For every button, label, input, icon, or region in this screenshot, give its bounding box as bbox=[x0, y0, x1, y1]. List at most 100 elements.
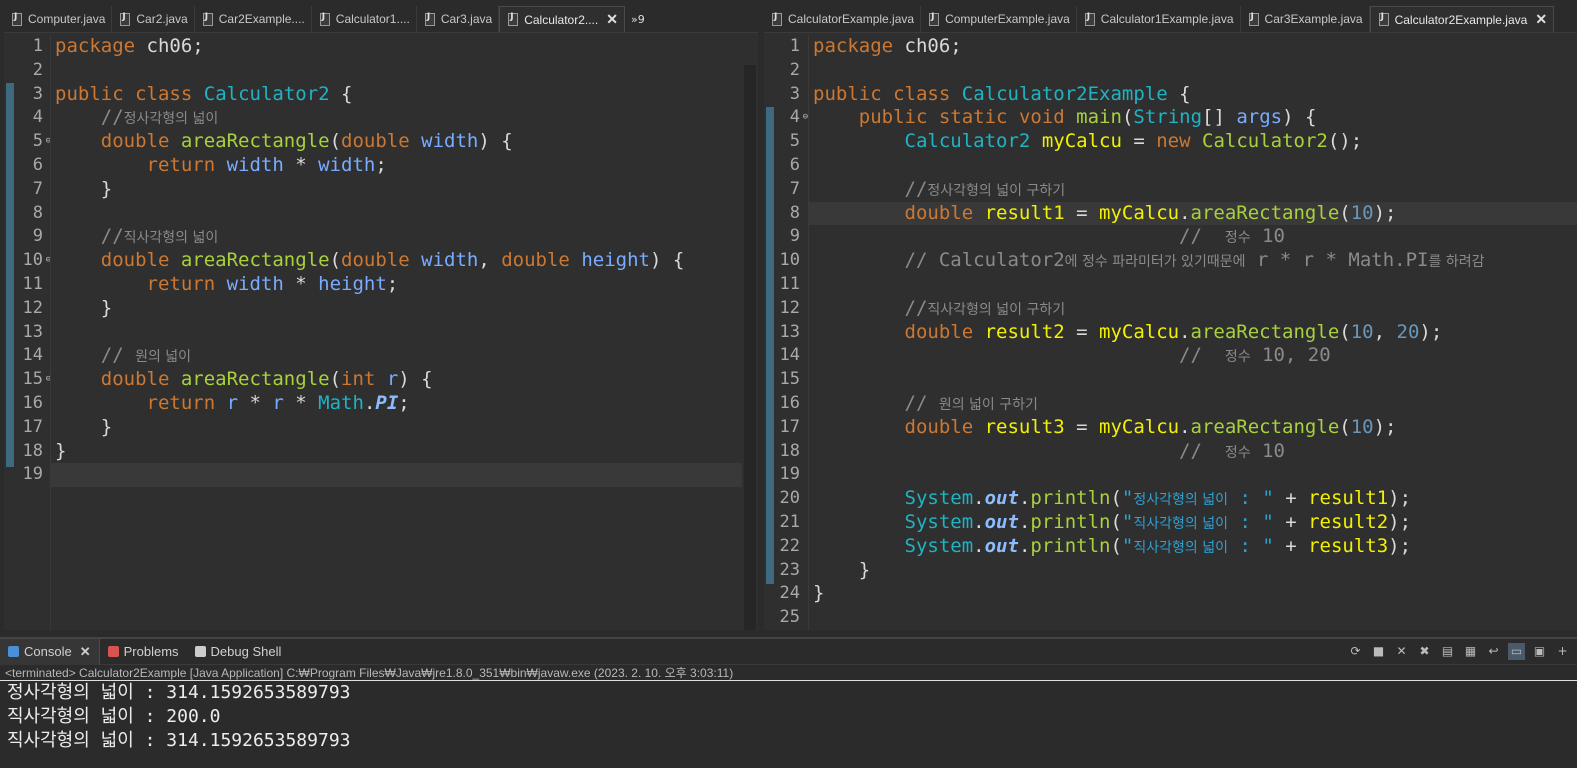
code-line[interactable] bbox=[51, 59, 742, 83]
console-tab-console[interactable]: Console ✕ bbox=[0, 638, 100, 665]
code-token: : " bbox=[1228, 510, 1274, 533]
line-number-text: 5 bbox=[789, 131, 800, 152]
code-line[interactable]: // 원의 넓이 bbox=[51, 344, 742, 368]
code-line[interactable]: return r * r * Math.PI; bbox=[51, 392, 742, 416]
code-token: { bbox=[1167, 82, 1191, 105]
code-token: 10 bbox=[1350, 320, 1374, 343]
line-number-text: 24 bbox=[779, 583, 800, 604]
code-line[interactable]: // Calculator2에 정수 파라미터가 있기때문에 r * r * M… bbox=[809, 249, 1577, 273]
close-icon[interactable]: ✕ bbox=[606, 11, 618, 28]
editor-tab[interactable]: CalculatorExample.java bbox=[764, 6, 922, 32]
editor-tab[interactable]: Car3.java bbox=[417, 6, 500, 32]
code-line[interactable]: //직사각형의 넓이 bbox=[51, 225, 742, 249]
line-number: 10 bbox=[770, 249, 800, 273]
left-code-lines[interactable]: package ch06; public class Calculator2 { … bbox=[51, 35, 742, 488]
java-file-icon bbox=[772, 12, 782, 26]
remove-icon[interactable]: ✕ bbox=[1393, 643, 1410, 660]
code-line[interactable]: public class Calculator2Example { bbox=[809, 83, 1577, 107]
code-token: [] bbox=[1202, 106, 1237, 129]
code-line[interactable]: double areaRectangle(int r) { bbox=[51, 368, 742, 392]
scroll-lock-icon[interactable]: ▦ bbox=[1462, 643, 1479, 660]
editor-tab[interactable]: Calculator1.... bbox=[312, 6, 417, 32]
code-line[interactable]: return width * width; bbox=[51, 154, 742, 178]
code-line[interactable] bbox=[809, 606, 1577, 630]
left-code-area[interactable]: 1 2 3 4 5 ⊖ 6 7 8 9 10 ⊖ 11 12 13 14 15 ⊖ 16 17 18 19 package… bbox=[4, 35, 758, 630]
word-wrap-icon[interactable]: ↩ bbox=[1485, 643, 1502, 660]
code-line[interactable]: } bbox=[809, 559, 1577, 583]
code-line[interactable] bbox=[809, 154, 1577, 178]
code-line[interactable] bbox=[51, 321, 742, 345]
problems-icon bbox=[107, 646, 119, 657]
code-line[interactable]: // 정수 10, 20 bbox=[809, 344, 1577, 368]
code-line[interactable]: // 정수 10 bbox=[809, 225, 1577, 249]
code-line[interactable]: double areaRectangle(double width, doubl… bbox=[51, 249, 742, 273]
code-line[interactable] bbox=[51, 463, 742, 488]
code-token: width bbox=[318, 153, 376, 176]
code-line[interactable]: // 정수 10 bbox=[809, 440, 1577, 464]
close-icon[interactable]: ✕ bbox=[1535, 11, 1547, 28]
code-line[interactable] bbox=[51, 202, 742, 226]
code-line[interactable]: public static void main(String[] args) { bbox=[809, 106, 1577, 130]
code-line[interactable]: //정사각형의 넓이 bbox=[51, 106, 742, 130]
new-console-icon[interactable]: + bbox=[1554, 643, 1571, 660]
code-line[interactable] bbox=[809, 463, 1577, 487]
code-line[interactable]: } bbox=[51, 440, 742, 464]
editor-tab[interactable]: Car2Example.... bbox=[195, 6, 312, 32]
show-on-stderr-icon[interactable]: ▣ bbox=[1531, 643, 1548, 660]
editor-tab-label: Calculator1Example.java bbox=[1100, 12, 1234, 26]
code-line[interactable]: double areaRectangle(double width) { bbox=[51, 130, 742, 154]
code-line[interactable]: Calculator2 myCalcu = new Calculator2(); bbox=[809, 130, 1577, 154]
code-line[interactable]: } bbox=[51, 416, 742, 440]
code-line[interactable] bbox=[809, 273, 1577, 297]
code-line[interactable]: System.out.println("직사각형의 넓이 : " + resul… bbox=[809, 535, 1577, 559]
code-line[interactable]: double result3 = myCalcu.areaRectangle(1… bbox=[809, 416, 1577, 440]
line-number: 21 bbox=[770, 511, 800, 535]
line-number: 14 bbox=[13, 344, 43, 368]
code-token: // bbox=[904, 177, 928, 200]
overflow-tabs-button[interactable]: »9 bbox=[625, 6, 651, 32]
line-number-text: 11 bbox=[779, 273, 800, 294]
editor-tab[interactable]: Computer.java bbox=[4, 6, 113, 32]
code-line[interactable]: double result2 = myCalcu.areaRectangle(1… bbox=[809, 321, 1577, 345]
code-token: ; bbox=[398, 391, 410, 414]
code-line[interactable]: return width * height; bbox=[51, 273, 742, 297]
right-code-lines[interactable]: package ch06; public class Calculator2Exa… bbox=[809, 35, 1577, 630]
console-icon bbox=[8, 646, 19, 657]
code-line[interactable]: System.out.println("직사각형의 넓이 : " + resul… bbox=[809, 511, 1577, 535]
code-line[interactable]: System.out.println("정사각형의 넓이 : " + resul… bbox=[809, 487, 1577, 511]
editor-tab[interactable]: Car3Example.java bbox=[1241, 6, 1370, 32]
editor-tab-label: Calculator1.... bbox=[335, 12, 410, 26]
editor-tab[interactable]: Calculator2.... ✕ bbox=[499, 6, 625, 32]
clear-console-icon[interactable]: ▤ bbox=[1439, 643, 1456, 660]
code-line[interactable]: } bbox=[809, 582, 1577, 606]
line-number: 19 bbox=[13, 463, 43, 487]
code-line[interactable]: //정사각형의 넓이 구하기 bbox=[809, 178, 1577, 202]
code-token: ( bbox=[1121, 106, 1134, 129]
sync-icon[interactable]: ⟳ bbox=[1347, 643, 1364, 660]
close-icon[interactable]: ✕ bbox=[80, 644, 91, 660]
code-line[interactable]: package ch06; bbox=[809, 35, 1577, 59]
code-token: 10 bbox=[1350, 201, 1374, 224]
editor-tab[interactable]: Calculator2Example.java ✕ bbox=[1369, 6, 1555, 32]
show-on-stdout-icon[interactable]: ▭ bbox=[1508, 643, 1525, 660]
editor-tab[interactable]: Car2.java bbox=[112, 6, 195, 32]
right-code-area[interactable]: 1 2 3 4 ⊖ 5 6 7 8 9 10 11 12 13 14 15 16 17 18 19 20 21 22 23 24… bbox=[764, 35, 1577, 630]
code-line[interactable]: double result1 = myCalcu.areaRectangle(1… bbox=[809, 201, 1577, 226]
remove-all-icon[interactable]: ✖ bbox=[1416, 643, 1433, 660]
stop-icon[interactable]: ■ bbox=[1370, 643, 1387, 660]
code-line[interactable] bbox=[809, 59, 1577, 83]
console-tab-problems[interactable]: Problems bbox=[100, 639, 187, 665]
editor-tab[interactable]: ComputerExample.java bbox=[921, 6, 1077, 32]
code-line[interactable]: } bbox=[51, 297, 742, 321]
code-line[interactable]: } bbox=[51, 178, 742, 202]
left-vertical-scrollbar[interactable] bbox=[744, 65, 756, 630]
code-token: public bbox=[55, 82, 124, 105]
editor-tab[interactable]: Calculator1Example.java bbox=[1077, 6, 1241, 32]
console-output[interactable]: 정사각형의 넓이 : 314.1592653589793 직사각형의 넓이 : 2… bbox=[0, 681, 1577, 753]
code-line[interactable]: package ch06; bbox=[51, 35, 742, 59]
code-line[interactable]: //직사각형의 넓이 구하기 bbox=[809, 297, 1577, 321]
code-line[interactable]: public class Calculator2 { bbox=[51, 83, 742, 107]
code-line[interactable] bbox=[809, 368, 1577, 392]
console-tab-debug-shell[interactable]: Debug Shell bbox=[187, 639, 290, 665]
code-line[interactable]: // 원의 넓이 구하기 bbox=[809, 392, 1577, 416]
